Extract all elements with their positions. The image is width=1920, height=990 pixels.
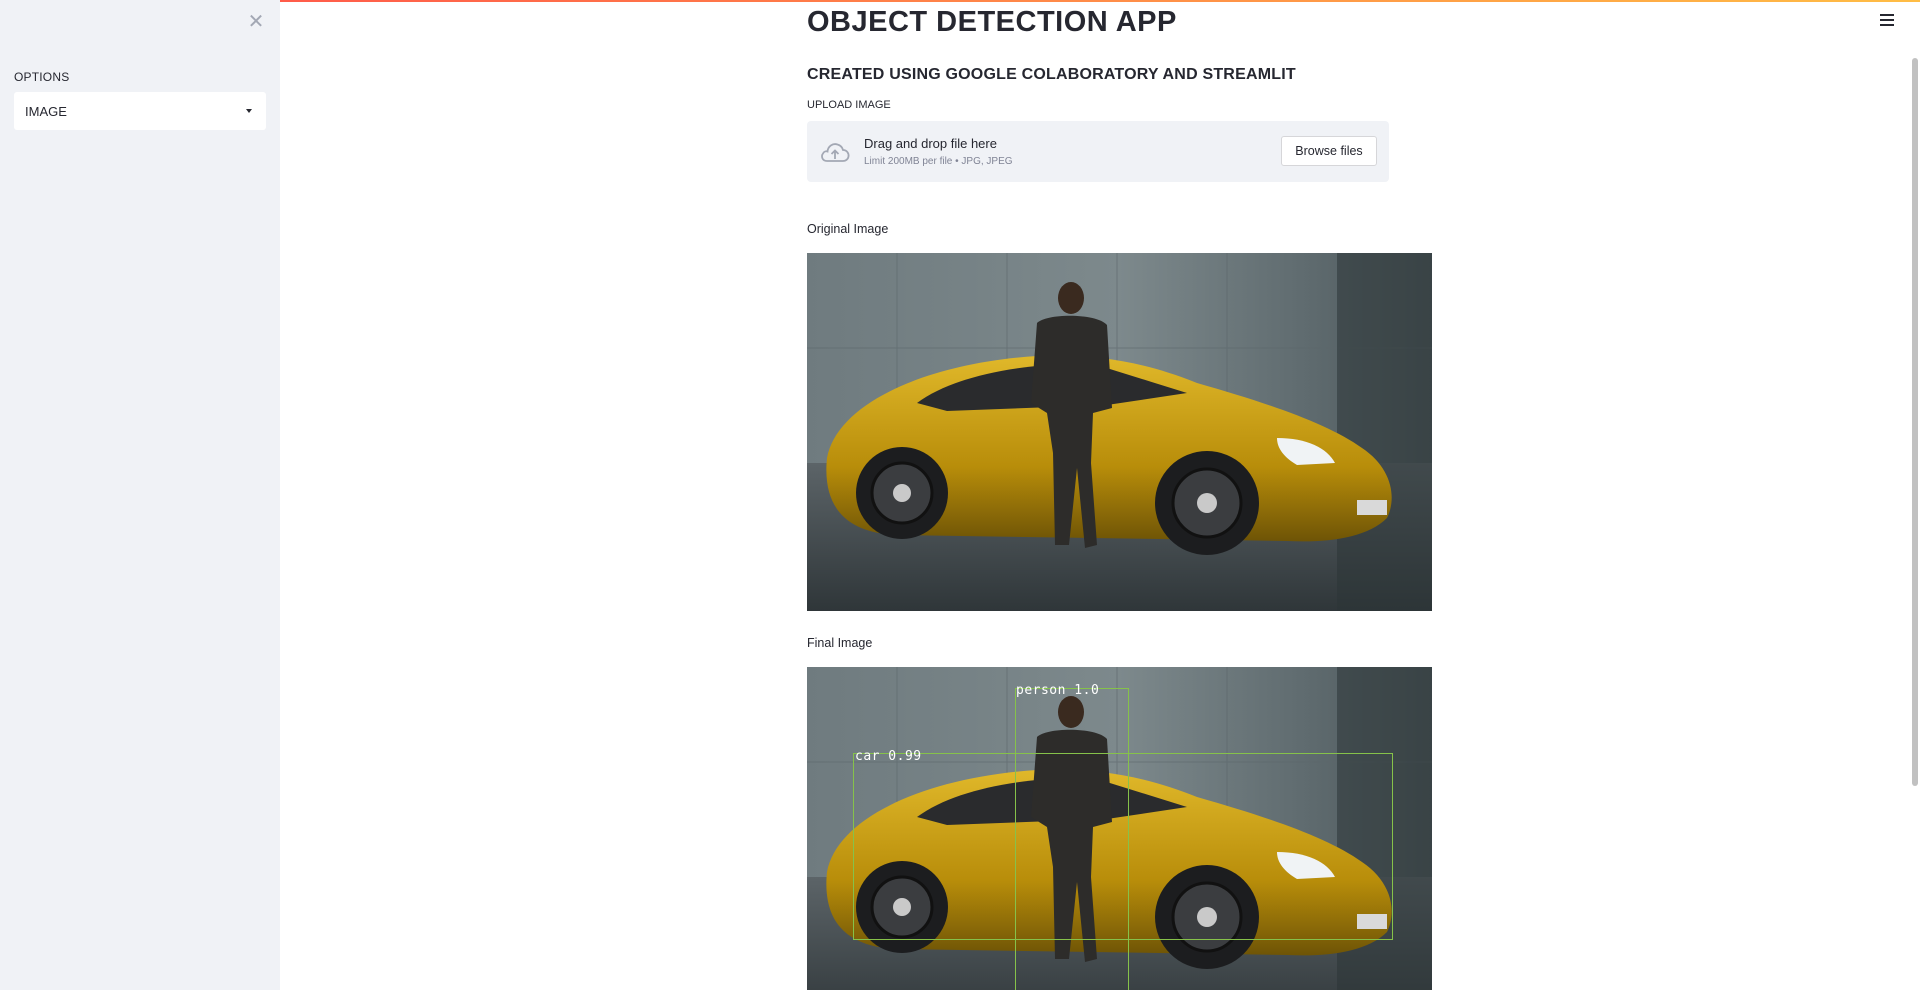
car-detection-label: car 0.99 (855, 749, 922, 764)
original-image (807, 253, 1432, 611)
file-dropzone[interactable]: Drag and drop file here Limit 200MB per … (807, 121, 1389, 182)
original-image-caption: Original Image (807, 222, 889, 236)
page-subtitle: CREATED USING GOOGLE COLABORATORY AND ST… (807, 66, 1296, 83)
person-detection-label: person 1.0 (1016, 683, 1100, 698)
options-label: OPTIONS (14, 70, 70, 84)
dropzone-instructions: Drag and drop file here (864, 136, 997, 151)
upload-label: UPLOAD IMAGE (807, 99, 891, 111)
options-select-value: IMAGE (25, 103, 67, 119)
final-image: person 1.0 car 0.99 (807, 667, 1432, 990)
scrollbar[interactable] (1912, 58, 1918, 786)
top-decoration-bar (0, 0, 1920, 2)
browse-files-button[interactable]: Browse files (1281, 136, 1377, 166)
caret-down-icon (246, 109, 252, 113)
cloud-upload-icon (821, 143, 850, 162)
hamburger-menu-icon[interactable] (1880, 14, 1896, 28)
close-icon[interactable]: ✕ (246, 12, 266, 32)
dropzone-limit-text: Limit 200MB per file • JPG, JPEG (864, 156, 1013, 167)
page-title: OBJECT DETECTION APP (807, 6, 1177, 38)
car-detection-box (853, 753, 1393, 940)
final-image-caption: Final Image (807, 636, 873, 650)
sidebar: ✕ OPTIONS IMAGE (0, 0, 280, 990)
options-select[interactable]: IMAGE (14, 92, 266, 130)
